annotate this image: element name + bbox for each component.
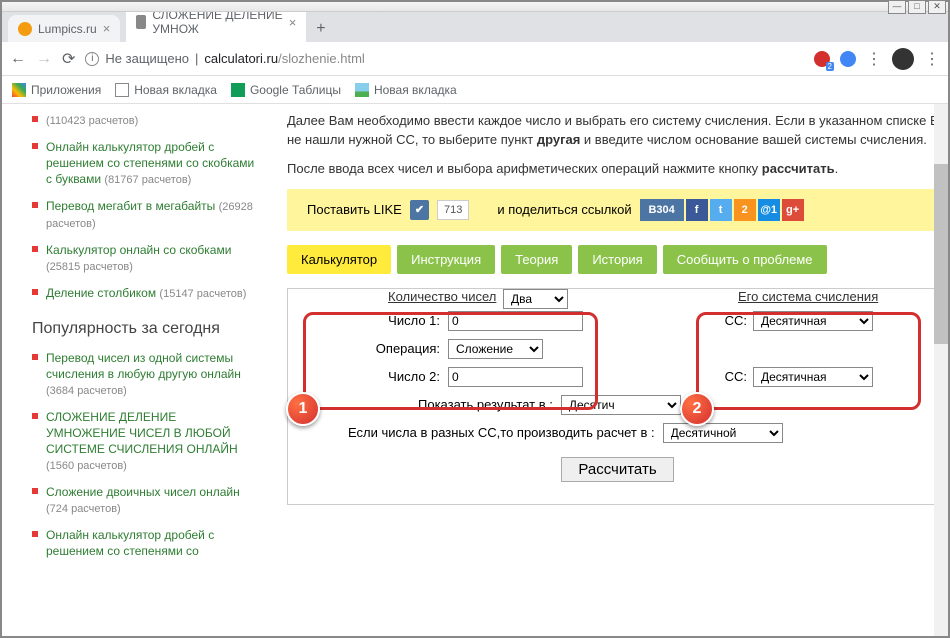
tab-title: Lumpics.ru	[38, 22, 97, 36]
address-bar: ← → ⟳ i Не защищено | calculatori.ru/slo…	[2, 42, 948, 76]
gplus-share-button[interactable]: g+	[782, 199, 804, 221]
sheets-icon	[231, 83, 245, 97]
window-titlebar: — □ ✕	[2, 2, 948, 12]
browser-tab-strip: Lumpics.ru × СЛОЖЕНИЕ ДЕЛЕНИЕ УМНОЖ × +	[2, 12, 948, 42]
cc1-select[interactable]: Десятичная	[753, 311, 873, 331]
tab-history[interactable]: История	[578, 245, 656, 274]
sidebar-link[interactable]: СЛОЖЕНИЕ ДЕЛЕНИЕ УМНОЖЕНИЕ ЧИСЕЛ В ЛЮБОЙ…	[46, 410, 238, 456]
diff-label: Если числа в разных СС,то производить ра…	[348, 425, 663, 440]
intro-paragraph: После ввода всех чисел и выбора арифмети…	[287, 160, 948, 179]
insecure-label: Не защищено	[105, 51, 189, 66]
tab-report[interactable]: Сообщить о проблеме	[663, 245, 827, 274]
url-input[interactable]: i Не защищено | calculatori.ru/slozhenie…	[85, 51, 804, 66]
result-label: Показать результат в :	[418, 397, 561, 412]
minimize-button[interactable]: —	[888, 0, 906, 14]
num2-label: Число 2:	[288, 369, 448, 384]
mail-share-button[interactable]: @1	[758, 199, 780, 221]
calculator-form: Количество чисел Его система счисления Д…	[287, 288, 948, 505]
cc2-select[interactable]: Десятичная	[753, 367, 873, 387]
bookmark-item[interactable]: Google Таблицы	[231, 83, 341, 97]
close-icon[interactable]: ×	[289, 15, 297, 30]
operation-label: Операция:	[288, 341, 448, 356]
sidebar-link[interactable]: Сложение двоичных чисел онлайн	[46, 485, 240, 499]
count-select[interactable]: Два	[503, 289, 568, 309]
sidebar-link[interactable]: Деление столбиком	[46, 286, 156, 300]
close-button[interactable]: ✕	[928, 0, 946, 14]
close-icon[interactable]: ×	[103, 21, 111, 36]
num1-label: Число 1:	[288, 313, 448, 328]
bookmarks-bar: Приложения Новая вкладка Google Таблицы …	[2, 76, 948, 104]
scrollbar[interactable]	[934, 104, 948, 636]
annotation-badge-2: 2	[680, 392, 714, 426]
cc1-label: СС:	[713, 313, 753, 328]
tab-theory[interactable]: Теория	[501, 245, 572, 274]
apps-icon	[12, 83, 26, 97]
count-heading: Количество чисел	[388, 289, 496, 304]
vk-like-button[interactable]: ✔	[410, 200, 429, 220]
back-button[interactable]: ←	[10, 50, 26, 68]
apps-button[interactable]: Приложения	[12, 83, 101, 97]
like-label: Поставить LIKE	[307, 202, 402, 217]
profile-avatar[interactable]	[892, 48, 914, 70]
menu-icon[interactable]: ⋮	[866, 49, 882, 69]
browser-tab-lumpics[interactable]: Lumpics.ru ×	[8, 15, 120, 42]
favicon-icon	[18, 22, 32, 36]
ok-share-button[interactable]: 2	[734, 199, 756, 221]
cc-heading: Его система счисления	[738, 289, 878, 304]
intro-paragraph: Далее Вам необходимо ввести каждое число…	[287, 112, 948, 150]
image-icon	[355, 83, 369, 97]
bookmark-item[interactable]: Новая вкладка	[115, 83, 217, 97]
extension-icon[interactable]: 2	[814, 51, 830, 67]
sidebar-link[interactable]: Онлайн калькулятор дробей с решением со …	[46, 528, 214, 558]
reload-button[interactable]: ⟳	[62, 49, 75, 69]
section-tabs: Калькулятор Инструкция Теория История Со…	[287, 245, 948, 274]
new-tab-button[interactable]: +	[306, 16, 335, 42]
cc2-label: СС:	[713, 369, 753, 384]
share-label: и поделиться ссылкой	[497, 202, 631, 217]
result-cc-select[interactable]: Десятич	[561, 395, 681, 415]
maximize-button[interactable]: □	[908, 0, 926, 14]
scrollbar-thumb[interactable]	[934, 164, 948, 344]
vk-share-button[interactable]: В 304	[640, 199, 684, 221]
sidebar-link[interactable]: Калькулятор онлайн со скобками	[46, 243, 231, 257]
calc-count: (110423 расчетов)	[46, 115, 138, 127]
num2-input[interactable]	[448, 367, 583, 387]
like-bar: Поставить LIKE ✔ 713 и поделиться ссылко…	[287, 189, 948, 231]
bookmark-item[interactable]: Новая вкладка	[355, 83, 457, 97]
main-content: Далее Вам необходимо ввести каждое число…	[267, 104, 948, 636]
operation-select[interactable]: Сложение	[448, 339, 543, 359]
favicon-icon	[136, 15, 146, 29]
forward-button[interactable]: →	[36, 50, 52, 68]
twitter-share-button[interactable]: t	[710, 199, 732, 221]
menu-icon[interactable]: ⋮	[924, 49, 940, 69]
calculate-button[interactable]: Рассчитать	[561, 457, 673, 482]
sidebar: (110423 расчетов) Онлайн калькулятор дро…	[2, 104, 267, 636]
num1-input[interactable]	[448, 311, 583, 331]
doc-icon	[115, 83, 129, 97]
like-count: 713	[437, 200, 469, 220]
sidebar-link[interactable]: Перевод мегабит в мегабайты	[46, 199, 215, 213]
info-icon[interactable]: i	[85, 52, 99, 66]
tab-instruction[interactable]: Инструкция	[397, 245, 495, 274]
extension-icon[interactable]	[840, 51, 856, 67]
sidebar-link[interactable]: Перевод чисел из одной системы счисления…	[46, 351, 241, 381]
annotation-badge-1: 1	[286, 392, 320, 426]
sidebar-heading: Популярность за сегодня	[32, 320, 255, 338]
fb-share-button[interactable]: f	[686, 199, 708, 221]
tab-calculator[interactable]: Калькулятор	[287, 245, 391, 274]
tab-title: СЛОЖЕНИЕ ДЕЛЕНИЕ УМНОЖ	[152, 8, 282, 36]
diff-cc-select[interactable]: Десятичной	[663, 423, 783, 443]
